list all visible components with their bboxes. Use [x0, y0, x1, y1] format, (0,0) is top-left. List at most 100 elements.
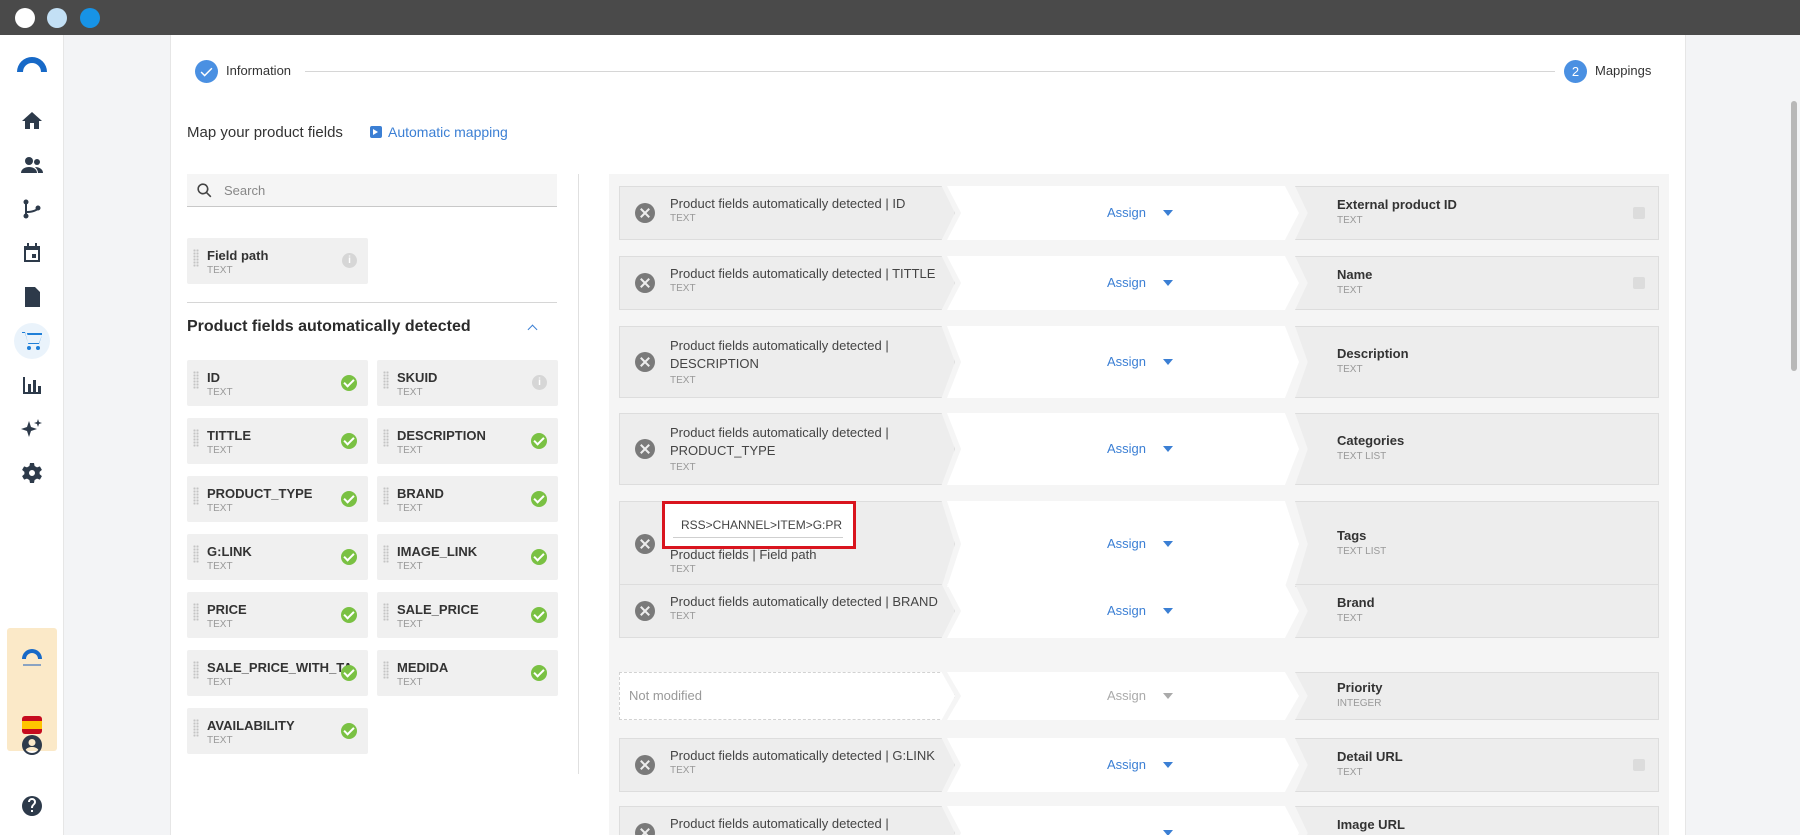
assign-dropdown[interactable]: Assign — [1107, 354, 1146, 369]
home-icon[interactable] — [20, 109, 44, 133]
chip-name: ID — [207, 370, 220, 385]
drag-handle-icon[interactable] — [193, 545, 199, 563]
mapping-row: Product fields automatically detected | … — [619, 584, 1659, 638]
window-maximize-button[interactable] — [80, 8, 100, 28]
assign-dropdown[interactable]: Assign — [1107, 757, 1146, 772]
check-circle-icon — [531, 607, 547, 623]
field-chip[interactable]: DESCRIPTION TEXT — [377, 418, 558, 464]
chip-type: TEXT — [207, 265, 233, 276]
info-icon[interactable] — [1633, 207, 1645, 219]
field-path-chip[interactable]: Field path TEXT i — [187, 238, 368, 284]
ai-sparkles-icon[interactable] — [20, 417, 44, 441]
search-input[interactable] — [224, 182, 524, 198]
drag-handle-icon[interactable] — [383, 545, 389, 563]
chip-name: SALE_PRICE — [397, 602, 479, 617]
chevron-down-icon[interactable] — [1163, 359, 1173, 365]
shopping-cart-icon[interactable] — [14, 323, 50, 359]
chip-name: G:LINK — [207, 544, 252, 559]
chevron-down-icon[interactable] — [1163, 280, 1173, 286]
info-icon[interactable] — [1633, 277, 1645, 289]
drag-handle-icon[interactable] — [193, 249, 199, 267]
chevron-down-icon[interactable] — [1163, 541, 1173, 547]
field-chip[interactable]: G:LINK TEXT — [187, 534, 368, 580]
mapping-target-type: TEXT — [1337, 215, 1363, 226]
chevron-down-icon[interactable] — [1163, 608, 1173, 614]
field-chip[interactable]: SALE_PRICE TEXT — [377, 592, 558, 638]
flows-icon[interactable] — [20, 197, 44, 221]
search-box[interactable] — [187, 174, 557, 207]
chip-name: SALE_PRICE_WITH_TAX — [207, 660, 352, 675]
remove-mapping-icon[interactable] — [635, 439, 655, 459]
calendar-icon[interactable] — [20, 241, 44, 265]
chevron-down-icon[interactable] — [1163, 762, 1173, 768]
assign-dropdown[interactable]: Assign — [1107, 441, 1146, 456]
chip-type: TEXT — [397, 387, 423, 398]
mapping-target-name: Categories — [1337, 433, 1405, 448]
mapping-target-type: TEXT — [1337, 364, 1363, 375]
assign-dropdown[interactable]: Assign — [1107, 205, 1146, 220]
remove-mapping-icon[interactable] — [635, 534, 655, 554]
field-chip[interactable]: BRAND TEXT — [377, 476, 558, 522]
drag-handle-icon[interactable] — [193, 661, 199, 679]
contacts-icon[interactable] — [20, 153, 44, 177]
mapping-target-name: Brand — [1337, 595, 1375, 610]
drag-handle-icon[interactable] — [193, 487, 199, 505]
drag-handle-icon[interactable] — [193, 719, 199, 737]
window-close-button[interactable] — [15, 8, 35, 28]
drag-handle-icon[interactable] — [193, 371, 199, 389]
drag-handle-icon[interactable] — [383, 661, 389, 679]
mapping-target-type: TEXT — [1337, 613, 1363, 624]
spain-flag-icon[interactable] — [22, 716, 42, 734]
drag-handle-icon[interactable] — [383, 487, 389, 505]
divider — [187, 302, 557, 303]
assign-dropdown[interactable]: Assign — [1107, 536, 1146, 551]
assign-dropdown[interactable]: Assign — [1107, 275, 1146, 290]
chevron-down-icon[interactable] — [1163, 693, 1173, 699]
user-account-icon[interactable] — [20, 733, 44, 757]
field-chip[interactable]: SALE_PRICE_WITH_TAX TEXT — [187, 650, 368, 696]
field-path-input[interactable] — [673, 512, 843, 538]
assign-dropdown[interactable]: Assign — [1107, 688, 1146, 703]
drag-handle-icon[interactable] — [193, 603, 199, 621]
chip-type: TEXT — [397, 619, 423, 630]
settings-gear-icon[interactable] — [20, 461, 44, 485]
window-minimize-button[interactable] — [47, 8, 67, 28]
info-icon[interactable] — [1633, 759, 1645, 771]
drag-handle-icon[interactable] — [383, 603, 389, 621]
info-icon[interactable]: i — [342, 253, 357, 268]
step-information-complete[interactable] — [195, 60, 218, 83]
document-icon[interactable] — [20, 285, 44, 309]
drag-handle-icon[interactable] — [383, 371, 389, 389]
app-logo[interactable] — [14, 53, 50, 73]
drag-handle-icon[interactable] — [193, 429, 199, 447]
help-icon[interactable] — [20, 794, 44, 818]
mapping-target-name: Image URL — [1337, 817, 1405, 832]
assign-dropdown[interactable]: Assign — [1107, 603, 1146, 618]
field-chip[interactable]: TITTLE TEXT — [187, 418, 368, 464]
chevron-up-icon[interactable] — [526, 322, 538, 334]
chevron-down-icon[interactable] — [1163, 210, 1173, 216]
chevron-down-icon[interactable] — [1163, 830, 1173, 835]
remove-mapping-icon[interactable] — [635, 755, 655, 775]
remove-mapping-icon[interactable] — [635, 273, 655, 293]
remove-mapping-icon[interactable] — [635, 203, 655, 223]
field-chip[interactable]: ID TEXT — [187, 360, 368, 406]
analytics-icon[interactable] — [20, 373, 44, 397]
chevron-down-icon[interactable] — [1163, 446, 1173, 452]
remove-mapping-icon[interactable] — [635, 352, 655, 372]
field-chip[interactable]: AVAILABILITY TEXT — [187, 708, 368, 754]
field-chip[interactable]: PRODUCT_TYPE TEXT — [187, 476, 368, 522]
step-mappings-number[interactable]: 2 — [1564, 60, 1587, 83]
chip-name: PRICE — [207, 602, 247, 617]
field-chip[interactable]: MEDIDA TEXT — [377, 650, 558, 696]
field-chip[interactable]: PRICE TEXT — [187, 592, 368, 638]
mapping-target-name: Name — [1337, 267, 1373, 282]
field-chip[interactable]: IMAGE_LINK TEXT — [377, 534, 558, 580]
chip-name: PRODUCT_TYPE — [207, 486, 313, 501]
field-chip[interactable]: SKUID TEXT i — [377, 360, 558, 406]
info-icon[interactable]: i — [532, 375, 547, 390]
remove-mapping-icon[interactable] — [635, 601, 655, 621]
drag-handle-icon[interactable] — [383, 429, 389, 447]
scrollbar[interactable] — [1791, 101, 1797, 371]
automatic-mapping-button[interactable]: Automatic mapping — [370, 124, 508, 140]
